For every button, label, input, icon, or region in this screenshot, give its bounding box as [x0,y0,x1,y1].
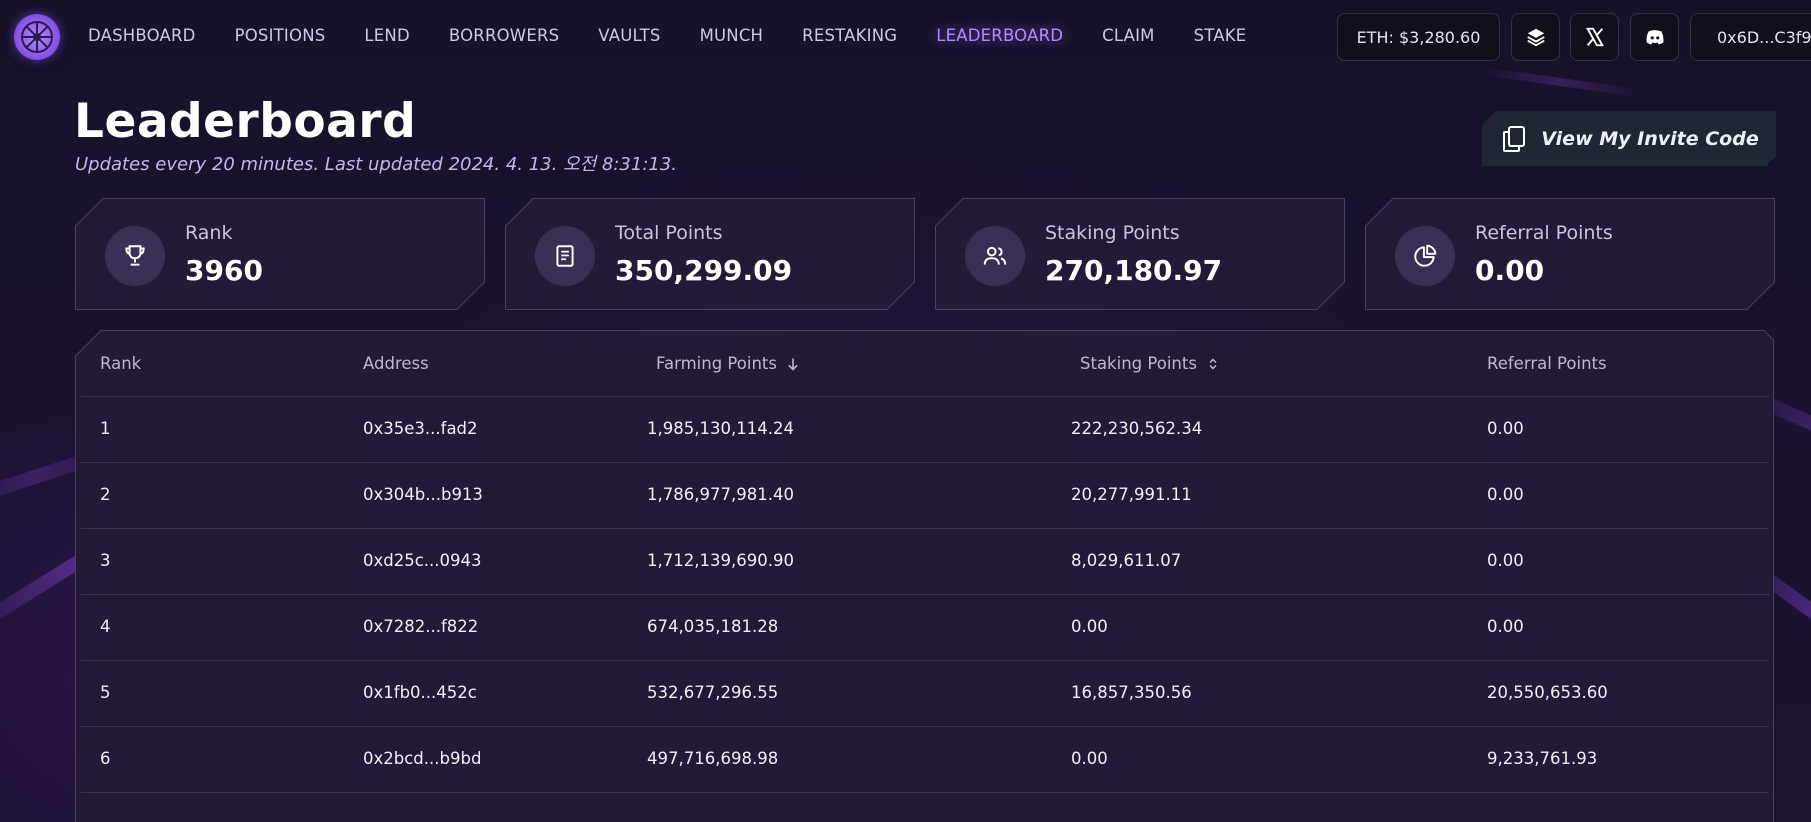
column-header-label: Referral Points [1487,354,1607,373]
stat-icon-wrap [965,226,1025,286]
layers-button[interactable] [1511,13,1560,61]
cell-referral-points: 0.00 [1487,419,1524,438]
cell-rank: 1 [100,419,111,438]
cell-address[interactable]: 0xd25c...0943 [363,551,482,570]
cell-staking-points: 0.00 [1071,749,1108,768]
nav-positions[interactable]: POSITIONS [235,26,326,45]
cell-farming-points: 532,677,296.55 [647,683,779,702]
cell-rank: 2 [100,485,111,504]
cell-staking-points: 20,277,991.11 [1071,485,1192,504]
column-header-farming-points[interactable]: Farming Points [656,354,801,373]
stat-label: Total Points [615,222,723,244]
cell-rank: 6 [100,749,111,768]
cell-address[interactable]: 0x304b...b913 [363,485,483,504]
cell-staking-points: 16,857,350.56 [1071,683,1192,702]
stat-card-referral-points: Referral Points 0.00 [1365,198,1775,310]
cell-farming-points: 1,712,139,690.90 [647,551,794,570]
stat-icon-wrap [1395,226,1455,286]
top-navbar: DASHBOARD POSITIONS LEND BORROWERS VAULT… [0,0,1811,76]
cell-referral-points: 0.00 [1487,617,1524,636]
cell-referral-points: 9,233,761.93 [1487,749,1598,768]
cell-farming-points: 1,985,130,114.24 [647,419,794,438]
stat-value: 0.00 [1475,254,1545,287]
leaderboard-page: DASHBOARD POSITIONS LEND BORROWERS VAULT… [0,0,1811,822]
cell-referral-points: 0.00 [1487,485,1524,504]
cell-address[interactable]: 0x7282...f822 [363,617,478,636]
cell-staking-points: 8,029,611.07 [1071,551,1182,570]
cell-staking-points: 0.00 [1071,617,1108,636]
table-row[interactable]: 3 0xd25c...0943 1,712,139,690.90 8,029,6… [81,528,1769,595]
nav-restaking[interactable]: RESTAKING [802,26,897,45]
view-invite-code-label: View My Invite Code [1541,127,1759,150]
last-updated-text: Updates every 20 minutes. Last updated 2… [75,154,678,175]
cell-address[interactable]: 0x1fb0...452c [363,683,477,702]
page-title: Leaderboard [74,94,417,149]
nav-leaderboard[interactable]: LEADERBOARD [936,26,1063,45]
sort-descending-icon[interactable] [785,356,801,372]
users-icon [983,246,1007,265]
table-row[interactable]: 5 0x1fb0...452c 532,677,296.55 16,857,35… [81,660,1769,727]
discord-button[interactable] [1630,13,1679,61]
table-row[interactable]: 2 0x304b...b913 1,786,977,981.40 20,277,… [81,462,1769,529]
eth-price-badge: ETH: $3,280.60 [1337,13,1500,61]
table-row[interactable]: 6 0x2bcd...b9bd 497,716,698.98 0.00 9,23… [81,726,1769,793]
stat-value: 270,180.97 [1045,254,1223,287]
nav-claim[interactable]: CLAIM [1102,26,1154,45]
table-row[interactable]: 1 0x35e3...fad2 1,985,130,114.24 222,230… [81,396,1769,463]
stat-label: Referral Points [1475,222,1613,244]
trophy-icon [125,245,145,266]
pie-chart-icon [1414,244,1437,267]
table-row[interactable]: 4 0x7282...f822 674,035,181.28 0.00 0.00 [81,594,1769,661]
cell-address[interactable]: 0x2bcd...b9bd [363,749,481,768]
copy-icon [1499,124,1529,154]
nav-munch[interactable]: MUNCH [700,26,764,45]
nav-borrowers[interactable]: BORROWERS [449,26,559,45]
cell-farming-points: 1,786,977,981.40 [647,485,794,504]
nav-links: DASHBOARD POSITIONS LEND BORROWERS VAULT… [88,26,1285,45]
wallet-address-button[interactable]: 0x6D...C3f9 [1690,13,1811,61]
cell-rank: 4 [100,617,111,636]
stat-card-rank: Rank 3960 [75,198,485,310]
column-header-label: Staking Points [1080,354,1197,373]
sort-toggle-icon[interactable] [1205,356,1221,372]
stat-card-total-points: Total Points 350,299.09 [505,198,915,310]
cell-referral-points: 0.00 [1487,551,1524,570]
cell-rank: 5 [100,683,111,702]
nav-dashboard[interactable]: DASHBOARD [88,26,196,45]
stat-value: 3960 [185,254,263,287]
column-header-label: Address [363,354,429,373]
twitter-button[interactable] [1570,13,1619,61]
column-header-label: Farming Points [656,354,777,373]
stat-card-staking-points: Staking Points 270,180.97 [935,198,1345,310]
receipt-icon [556,245,574,267]
discord-icon [1646,30,1663,45]
view-invite-code-button[interactable]: View My Invite Code [1482,111,1776,166]
cell-referral-points: 20,550,653.60 [1487,683,1608,702]
stat-label: Rank [185,222,233,244]
column-header-staking-points[interactable]: Staking Points [1080,354,1221,373]
column-header-label: Rank [100,354,142,373]
cell-address[interactable]: 0x35e3...fad2 [363,419,478,438]
column-header-referral-points[interactable]: Referral Points [1487,354,1607,373]
cell-farming-points: 674,035,181.28 [647,617,779,636]
nav-stake[interactable]: STAKE [1194,26,1247,45]
layers-icon [1526,28,1545,47]
app-logo-icon[interactable] [14,14,60,60]
table-row-partial[interactable] [81,792,1769,822]
cell-staking-points: 222,230,562.34 [1071,419,1203,438]
nav-lend[interactable]: LEND [364,26,409,45]
column-header-address[interactable]: Address [363,354,429,373]
stat-label: Staking Points [1045,222,1180,244]
stat-value: 350,299.09 [615,254,793,287]
column-header-rank[interactable]: Rank [100,354,141,373]
cell-rank: 3 [100,551,111,570]
leaderboard-table: Rank Address Farming Points Staking Poin… [75,330,1774,822]
cell-farming-points: 497,716,698.98 [647,749,779,768]
stat-icon-wrap [535,226,595,286]
nav-vaults[interactable]: VAULTS [598,26,660,45]
x-twitter-icon [1585,27,1604,47]
stat-icon-wrap [105,226,165,286]
